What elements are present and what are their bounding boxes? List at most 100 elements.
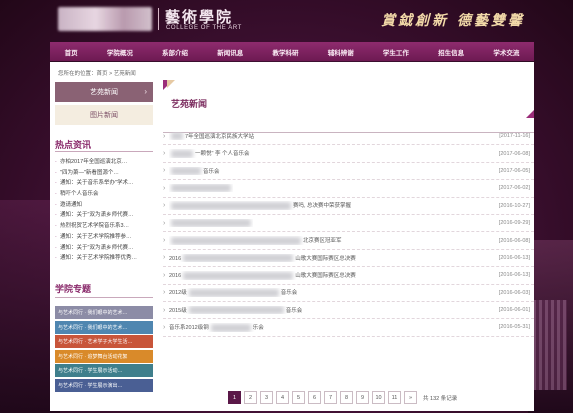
news-headline (169, 219, 253, 228)
topic-banner[interactable]: 与艺术同行 · 我们眼中的艺术… (55, 320, 153, 334)
news-headline: 一颗悦" 李 个人音乐会 (169, 149, 250, 158)
news-headline: 北京赛区冠亚军 (169, 236, 342, 245)
news-date: [2016-06-01] (498, 307, 530, 314)
background-building (533, 300, 567, 390)
page-7-button[interactable]: 7 (324, 391, 337, 404)
news-date: [2017-06-05] (498, 167, 530, 174)
sidebar-item-label: 艺苑新闻 (90, 89, 118, 96)
hot-news-list: 亦柏2017年全国巡演北京… "四为萧—"新看图源个… 通知：关于音乐系举办"学… (55, 157, 155, 264)
news-headline: 音乐会 (169, 167, 220, 176)
nav-item-home[interactable]: 首页 (63, 47, 80, 57)
college-slogan: 賞鉞創新 德藝雙馨 (381, 13, 525, 29)
page-2-button[interactable]: 2 (244, 391, 257, 404)
nav-item-students[interactable]: 学生工作 (381, 47, 411, 57)
news-row[interactable]: 赛吗, 总决赛中荣获掌握 [2016-10-27] (163, 198, 534, 215)
main-nav: 首页 学院概况 系部介绍 新闻讯息 教学科研 辅科辨谢 学生工作 招生信息 学术… (50, 42, 534, 61)
page-10-button[interactable]: 10 (372, 391, 385, 404)
news-date: [2016-06-13] (498, 272, 530, 279)
page-11-button[interactable]: 11 (388, 391, 401, 404)
news-row[interactable]: 一颗悦" 李 个人音乐会 [2017-06-08] (163, 145, 534, 163)
news-headline: 7年全国巡演北京民族大学站 (169, 132, 254, 141)
list-item[interactable]: 邀请通知 (55, 200, 155, 211)
nav-item-overview[interactable]: 学院概况 (105, 47, 135, 57)
news-row[interactable]: 2016山歌大赛国际赛区总决赛 [2016-06-13] (163, 267, 534, 285)
news-date: [2017-11-16] (499, 133, 530, 140)
page-9-button[interactable]: 9 (356, 391, 369, 404)
topic-banner[interactable]: 与艺术同行 · 追梦舞台活动花絮 (55, 349, 153, 363)
news-list: 7年全国巡演北京民族大学站 [2017-11-16] 一颗悦" 李 个人音乐会 … (163, 128, 534, 337)
news-row[interactable]: 北京赛区冠亚军 [2016-06-08] (163, 232, 534, 250)
page-3-button[interactable]: 3 (260, 391, 273, 404)
nav-item-departments[interactable]: 系部介绍 (160, 47, 190, 57)
sidebar-item-label: 图片新闻 (90, 112, 118, 119)
page-6-button[interactable]: 6 (308, 391, 321, 404)
university-logo[interactable] (58, 7, 152, 31)
news-row[interactable]: [2017-06-02] (163, 180, 534, 198)
list-item[interactable]: 通知：关于艺术学院推荐优秀… (55, 253, 155, 264)
topics-divider (55, 297, 153, 298)
news-row[interactable]: [2016-09-29] (163, 215, 534, 233)
nav-item-teaching[interactable]: 教学科研 (270, 47, 300, 57)
news-headline (169, 184, 233, 193)
news-headline: 2015级音乐会 (169, 306, 303, 315)
topic-list: 与艺术同行 · 我们眼中的艺术… 与艺术同行 · 我们眼中的艺术… 与艺术同行 … (55, 306, 153, 393)
news-row[interactable]: 音乐会 [2017-06-05] (163, 163, 534, 181)
college-name: 藝術學院 (165, 8, 234, 26)
page-5-button[interactable]: 5 (292, 391, 305, 404)
news-date: [2016-09-29] (498, 220, 530, 227)
topics-title: 学院专题 (55, 284, 92, 294)
list-item[interactable]: 亦柏2017年全国巡演北京… (55, 157, 155, 168)
list-item[interactable]: 通知：关于音乐系举办"学术… (55, 178, 155, 189)
content-panel: 您所在的位置：首页 > 艺苑新闻 艺苑新闻 › 图片新闻 热点资讯 亦柏2017… (50, 62, 534, 411)
logo-divider (158, 8, 159, 30)
news-date: [2016-05-31] (498, 324, 530, 331)
nav-item-admission[interactable]: 招生信息 (436, 47, 466, 57)
college-name-en: COLLEGE OF THE ART (166, 25, 242, 31)
sidebar-item-art-news[interactable]: 艺苑新闻 › (55, 82, 153, 102)
list-item[interactable]: "四为萧—"新看图源个… (55, 168, 155, 179)
breadcrumb: 您所在的位置：首页 > 艺苑新闻 (58, 71, 136, 77)
news-date: [2017-06-08] (498, 150, 530, 157)
list-item[interactable]: 热烈祝贺艺术学院音乐系3… (55, 221, 155, 232)
news-section-title: 艺苑新闻 (171, 99, 208, 109)
page-1-button[interactable]: 1 (228, 391, 241, 404)
news-date: [2016-10-27] (498, 202, 530, 209)
news-date: [2016-06-08] (498, 237, 530, 244)
news-row[interactable]: 2012级音乐会 [2016-06-03] (163, 285, 534, 302)
news-section-header: 艺苑新闻 (163, 80, 534, 133)
chevron-right-icon: › (144, 87, 147, 96)
next-page-button[interactable]: » (404, 391, 417, 404)
pagination: 1 2 3 4 5 6 7 8 9 10 11 » 共 132 条记录 (228, 391, 457, 404)
hot-news-divider (55, 151, 153, 152)
page-4-button[interactable]: 4 (276, 391, 289, 404)
news-date: [2017-06-02] (498, 185, 530, 192)
news-headline: 音乐系2012级钢乐会 (169, 323, 264, 332)
site-header: 藝術學院 COLLEGE OF THE ART 賞鉞創新 德藝雙馨 (0, 0, 573, 40)
news-headline: 2016山歌大赛国际赛区总决赛 (169, 254, 356, 263)
sidebar-item-photo-news[interactable]: 图片新闻 (55, 105, 153, 125)
news-headline: 2016山歌大赛国际赛区总决赛 (169, 271, 356, 280)
page-8-button[interactable]: 8 (340, 391, 353, 404)
list-item[interactable]: 稍吓个人音乐会 (55, 189, 155, 200)
topic-banner[interactable]: 与艺术同行 · 我们眼中的艺术… (55, 306, 153, 319)
nav-item-news[interactable]: 新闻讯息 (215, 47, 245, 57)
record-count: 共 132 条记录 (423, 395, 458, 402)
list-item[interactable]: 通知：关于艺术学院推荐参… (55, 232, 155, 243)
topic-banner[interactable]: 与艺术同行 · 学生展示活动… (55, 364, 153, 377)
news-row[interactable]: 2015级音乐会 [2016-06-01] (163, 302, 534, 320)
nav-item-exchange[interactable]: 学术交流 (491, 47, 521, 57)
news-row[interactable]: 7年全国巡演北京民族大学站 [2017-11-16] (163, 128, 534, 146)
list-item[interactable]: 通知：关于"双为潇乡师代赛… (55, 210, 155, 221)
news-row[interactable]: 音乐系2012级钢乐会 [2016-05-31] (163, 319, 534, 337)
news-headline: 2012级音乐会 (169, 288, 298, 297)
nav-item-minor[interactable]: 辅科辨谢 (326, 47, 356, 57)
topic-banner[interactable]: 与艺术同行 · 学生展示演出… (55, 378, 153, 392)
list-item[interactable]: 通知：关于"双为潇乡师代赛… (55, 243, 155, 254)
topic-banner[interactable]: 与艺术同行 · 艺术学子大学生活… (55, 335, 153, 348)
news-row[interactable]: 2016山歌大赛国际赛区总决赛 [2016-06-13] (163, 250, 534, 268)
news-headline: 赛吗, 总决赛中荣获掌握 (169, 201, 351, 211)
news-date: [2016-06-03] (498, 289, 530, 296)
hot-news-title: 热点资讯 (55, 140, 92, 150)
news-date: [2016-06-13] (498, 254, 530, 261)
corner-decoration (167, 80, 175, 88)
